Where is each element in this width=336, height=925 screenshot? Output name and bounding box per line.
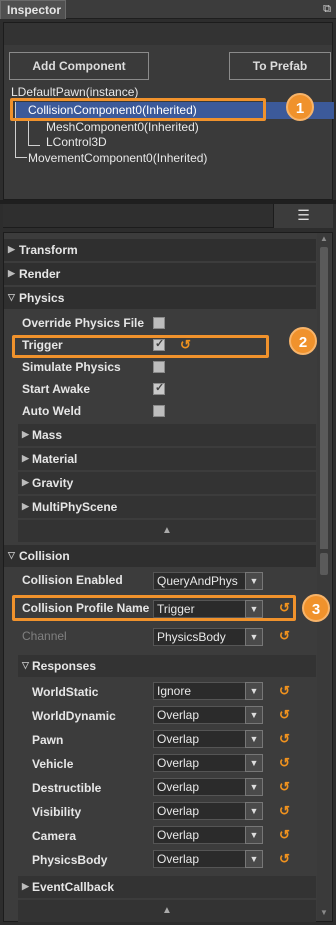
callout-highlight [12, 335, 269, 358]
chevron-down-icon[interactable]: ▼ [245, 682, 263, 700]
to-prefab-button[interactable]: To Prefab [229, 52, 331, 80]
response-label: Vehicle [32, 757, 74, 771]
chevron-down-icon[interactable]: ▼ [245, 730, 263, 748]
collapse-section-button[interactable]: ▲ [18, 520, 316, 542]
callout-badge: 3 [302, 594, 330, 622]
scrollbar-thumb[interactable] [320, 247, 328, 557]
reset-icon[interactable]: ↺ [279, 804, 291, 818]
callout-badge: 1 [286, 93, 314, 121]
tree-header-strip [4, 23, 332, 45]
response-select[interactable]: Ignore ▼ [153, 682, 263, 700]
section-collision[interactable]: ▽ Collision [4, 545, 316, 567]
scroll-up-icon[interactable]: ▲ [319, 235, 329, 243]
expand-arrow-icon: ▶ [8, 268, 15, 278]
scrollbar-top[interactable]: ▲ [317, 233, 331, 573]
reset-icon[interactable]: ↺ [279, 732, 291, 746]
subsection-event-callback[interactable]: ▶ EventCallback [18, 876, 316, 898]
response-select[interactable]: Overlap ▼ [153, 850, 263, 868]
tree-item-movement-component[interactable]: MovementComponent0(Inherited) [28, 151, 207, 168]
expand-arrow-icon: ▶ [22, 881, 29, 891]
collision-enabled-select[interactable]: QueryAndPhys ▼ [153, 572, 263, 590]
start-awake-label: Start Awake [22, 382, 91, 396]
tree-connector [28, 145, 40, 146]
response-select[interactable]: Overlap ▼ [153, 730, 263, 748]
section-render[interactable]: ▶ Render [4, 263, 316, 285]
expand-arrow-icon: ▶ [8, 244, 15, 254]
response-select[interactable]: Overlap ▼ [153, 754, 263, 772]
simulate-physics-checkbox[interactable] [153, 361, 165, 373]
chevron-down-icon[interactable]: ▼ [245, 754, 263, 772]
section-transform[interactable]: ▶ Transform [4, 239, 316, 261]
collapse-section-button[interactable]: ▲ [18, 900, 316, 922]
scrollbar-thumb-lower[interactable] [320, 553, 328, 575]
reset-icon[interactable]: ↺ [279, 629, 291, 643]
subsection-mass[interactable]: ▶ Mass [18, 424, 316, 446]
dock-icon[interactable]: ⧉ [321, 3, 333, 15]
title-bar: Inspector ⧉ [0, 0, 336, 19]
reset-icon[interactable]: ↺ [279, 756, 291, 770]
response-label: Camera [32, 829, 77, 843]
add-component-button[interactable]: Add Component [9, 52, 149, 80]
reset-icon[interactable]: ↺ [279, 780, 291, 794]
channel-label: Channel [22, 629, 67, 643]
reset-icon[interactable]: ↺ [279, 852, 291, 866]
subsection-multiphyscene[interactable]: ▶ MultiPhyScene [18, 496, 316, 518]
tree-item-lcontrol3d[interactable]: LControl3D [46, 135, 107, 152]
scroll-down-icon[interactable]: ▼ [319, 909, 329, 917]
reset-icon[interactable]: ↺ [279, 828, 291, 842]
tree-connector [15, 157, 27, 158]
details-toolbar: ☰ [3, 204, 333, 228]
override-physics-file-label: Override Physics File [22, 316, 145, 330]
subsection-responses[interactable]: ▽ Responses [18, 655, 316, 677]
chevron-down-icon[interactable]: ▼ [245, 826, 263, 844]
chevron-down-icon[interactable]: ▼ [245, 778, 263, 796]
chevron-down-icon[interactable]: ▼ [245, 572, 263, 590]
collapse-arrow-icon: ▽ [8, 292, 15, 302]
response-label: PhysicsBody [32, 853, 108, 867]
collapse-arrow-icon: ▽ [8, 550, 15, 560]
collision-enabled-label: Collision Enabled [22, 573, 123, 587]
response-label: Destructible [32, 781, 102, 795]
reset-icon[interactable]: ↺ [279, 684, 291, 698]
expand-arrow-icon: ▶ [22, 501, 29, 511]
callout-highlight [12, 595, 296, 621]
simulate-physics-label: Simulate Physics [22, 360, 121, 374]
response-label: WorldStatic [32, 685, 99, 699]
response-label: Visibility [32, 805, 82, 819]
chevron-down-icon[interactable]: ▼ [245, 850, 263, 868]
checkmark-icon: ✓ [155, 382, 165, 394]
response-select[interactable]: Overlap ▼ [153, 802, 263, 820]
tab-inspector[interactable]: Inspector [0, 0, 66, 19]
tree-connector [28, 119, 29, 146]
subsection-gravity[interactable]: ▶ Gravity [18, 472, 316, 494]
chevron-down-icon[interactable]: ▼ [245, 706, 263, 724]
subsection-material[interactable]: ▶ Material [18, 448, 316, 470]
reset-icon[interactable]: ↺ [279, 708, 291, 722]
response-select[interactable]: Overlap ▼ [153, 706, 263, 724]
auto-weld-label: Auto Weld [22, 404, 82, 418]
chevron-down-icon[interactable]: ▼ [245, 802, 263, 820]
response-label: Pawn [32, 733, 64, 747]
override-physics-file-checkbox[interactable] [153, 317, 165, 329]
collapse-arrow-icon: ▽ [22, 660, 29, 670]
expand-arrow-icon: ▶ [22, 477, 29, 487]
auto-weld-checkbox[interactable] [153, 405, 165, 417]
channel-select[interactable]: PhysicsBody ▼ [153, 628, 263, 646]
callout-badge: 2 [289, 327, 317, 355]
start-awake-checkbox[interactable]: ✓ [153, 382, 165, 395]
section-physics[interactable]: ▽ Physics [4, 287, 316, 309]
response-label: WorldDynamic [32, 709, 116, 723]
response-select[interactable]: Overlap ▼ [153, 826, 263, 844]
expand-arrow-icon: ▶ [22, 453, 29, 463]
callout-highlight [10, 98, 266, 121]
chevron-down-icon[interactable]: ▼ [245, 628, 263, 646]
response-select[interactable]: Overlap ▼ [153, 778, 263, 796]
list-icon[interactable]: ☰ [273, 204, 333, 228]
expand-arrow-icon: ▶ [22, 429, 29, 439]
